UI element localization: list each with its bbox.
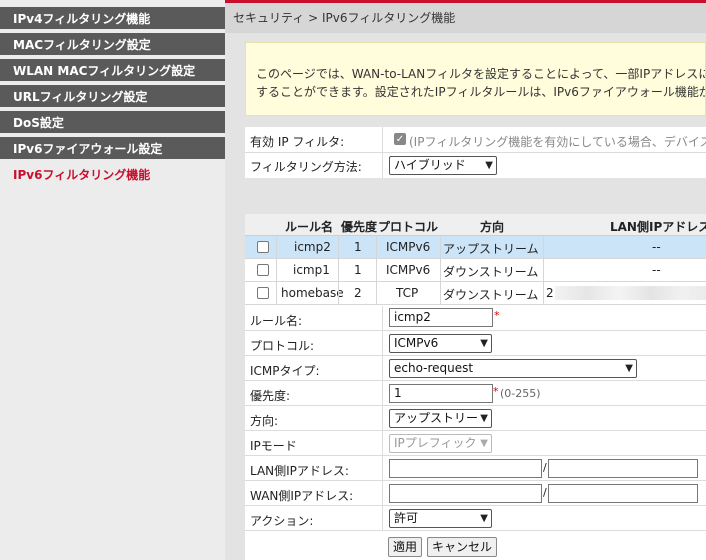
row-lan-ip: --: [652, 240, 661, 254]
row-select-checkbox[interactable]: [257, 264, 269, 276]
chevron-down-icon: ▼: [485, 160, 493, 171]
column-header-protocol: プロトコル: [378, 220, 439, 234]
lan-ip-label: LAN側IPアドレス:: [250, 464, 349, 478]
ip-mode-select[interactable]: IPプレフィック ▼: [389, 434, 492, 453]
info-line-2: することができます。設定されたIPフィルタルールは、IPv6ファイアウォール機能…: [256, 85, 706, 99]
sidebar-item-mac-filtering[interactable]: MACフィルタリング設定: [0, 33, 225, 57]
enable-ip-filter-note: (IPフィルタリング機能を有効にしている場合、デバイス: [409, 135, 706, 149]
action-select[interactable]: 許可 ▼: [389, 509, 492, 528]
sidebar-item-ipv6-filtering[interactable]: IPv6フィルタリング機能: [0, 163, 225, 187]
row-select-checkbox[interactable]: [257, 287, 269, 299]
sidebar: IPv4フィルタリング機能 MACフィルタリング設定 WLAN MACフィルタリ…: [0, 0, 225, 560]
chevron-down-icon: ▼: [480, 413, 488, 424]
chevron-down-icon: ▼: [480, 513, 488, 524]
lan-ip-end-input[interactable]: [548, 459, 698, 478]
required-mark: *: [494, 309, 500, 322]
wan-ip-start-input[interactable]: [389, 484, 542, 503]
row-direction: アップストリーム: [443, 242, 539, 256]
wan-ip-label: WAN側IPアドレス:: [250, 489, 354, 503]
icmp-type-value: echo-request: [394, 361, 474, 375]
chevron-down-icon: ▼: [480, 338, 488, 349]
ip-mode-label: IPモード: [250, 439, 297, 453]
column-header-lan-ip: LAN側IPアドレス: [610, 220, 706, 234]
row-rule-name: icmp1: [293, 263, 330, 277]
chevron-down-icon: ▼: [480, 438, 488, 449]
priority-input[interactable]: 1: [389, 384, 493, 403]
cancel-button[interactable]: キャンセル: [427, 537, 497, 557]
range-separator: /: [543, 461, 547, 474]
chevron-down-icon: ▼: [625, 363, 633, 374]
row-rule-name: icmp2: [294, 240, 331, 254]
column-header-rule-name: ルール名: [285, 220, 334, 234]
sidebar-item-ipv6-firewall[interactable]: IPv6ファイアウォール設定: [0, 137, 225, 161]
priority-range-hint: (0-255): [500, 387, 541, 400]
row-priority: 1: [354, 240, 362, 254]
row-protocol: ICMPv6: [386, 240, 431, 254]
row-direction: ダウンストリーム: [443, 288, 539, 302]
column-header-direction: 方向: [480, 220, 505, 234]
icmp-type-select[interactable]: echo-request ▼: [389, 359, 637, 378]
apply-button[interactable]: 適用: [388, 537, 422, 557]
sidebar-item-ipv4-filtering[interactable]: IPv4フィルタリング機能: [0, 7, 225, 31]
row-rule-name: homebase: [281, 286, 344, 300]
enable-ip-filter-label: 有効 IP フィルタ:: [250, 135, 345, 149]
filter-settings-form: 有効 IP フィルタ: ✓ (IPフィルタリング機能を有効にしている場合、デバイ…: [245, 127, 706, 178]
filter-method-label: フィルタリング方法:: [250, 160, 362, 174]
protocol-label: プロトコル:: [250, 339, 315, 353]
row-priority: 2: [354, 286, 362, 300]
column-header-priority: 優先度: [341, 220, 378, 234]
redacted-blur: [555, 286, 706, 300]
protocol-select[interactable]: ICMPv6 ▼: [389, 334, 492, 353]
filter-method-value: ハイブリッド: [394, 158, 466, 172]
sidebar-item-url-filtering[interactable]: URLフィルタリング設定: [0, 85, 225, 109]
lan-ip-start-input[interactable]: [389, 459, 542, 478]
direction-select[interactable]: アップストリー ▼: [389, 409, 492, 428]
breadcrumb: セキュリティ > IPv6フィルタリング機能: [225, 3, 706, 33]
table-row[interactable]: icmp2 1 ICMPv6 アップストリーム --: [245, 236, 706, 259]
icmp-type-label: ICMPタイプ:: [250, 364, 320, 378]
direction-label: 方向:: [250, 414, 279, 428]
priority-label: 優先度:: [250, 389, 291, 403]
row-direction: ダウンストリーム: [443, 265, 539, 279]
row-protocol: TCP: [396, 286, 419, 300]
table-row[interactable]: icmp1 1 ICMPv6 ダウンストリーム --: [245, 259, 706, 282]
rule-name-input[interactable]: icmp2: [389, 308, 493, 327]
filter-method-select[interactable]: ハイブリッド ▼: [389, 156, 497, 175]
direction-value: アップストリー: [394, 411, 479, 425]
row-lan-ip: --: [652, 263, 661, 277]
required-mark: *: [493, 385, 499, 398]
table-row[interactable]: homebase 2 TCP ダウンストリーム 2: [245, 282, 706, 305]
ip-mode-value: IPプレフィック: [394, 436, 477, 450]
row-priority: 1: [354, 263, 362, 277]
info-text: このページでは、WAN-to-LANフィルタを設定することによって、一部IPアド…: [256, 65, 706, 101]
row-select-checkbox[interactable]: [257, 241, 269, 253]
action-label: アクション:: [250, 514, 314, 528]
wan-ip-end-input[interactable]: [548, 484, 698, 503]
row-protocol: ICMPv6: [386, 263, 431, 277]
range-separator: /: [543, 486, 547, 499]
rules-table: ルール名 優先度 プロトコル 方向 LAN側IPアドレス icmp2 1 ICM…: [245, 214, 706, 306]
info-box: このページでは、WAN-to-LANフィルタを設定することによって、一部IPアド…: [245, 42, 706, 116]
action-value: 許可: [394, 511, 419, 525]
rule-name-label: ルール名:: [250, 314, 303, 328]
sidebar-item-wlan-mac-filtering[interactable]: WLAN MACフィルタリング設定: [0, 59, 225, 83]
info-line-1: このページでは、WAN-to-LANフィルタを設定することによって、一部IPアド…: [256, 67, 706, 81]
enable-ip-filter-checkbox[interactable]: ✓: [394, 133, 406, 145]
row-lan-ip: 2: [546, 286, 554, 300]
rule-edit-form: ルール名: icmp2 * プロトコル: ICMPv6 ▼ ICMPタイプ: e…: [245, 306, 706, 560]
sidebar-item-dos[interactable]: DoS設定: [0, 111, 225, 135]
rules-table-header: ルール名 優先度 プロトコル 方向 LAN側IPアドレス: [245, 214, 706, 236]
protocol-value: ICMPv6: [394, 336, 439, 350]
